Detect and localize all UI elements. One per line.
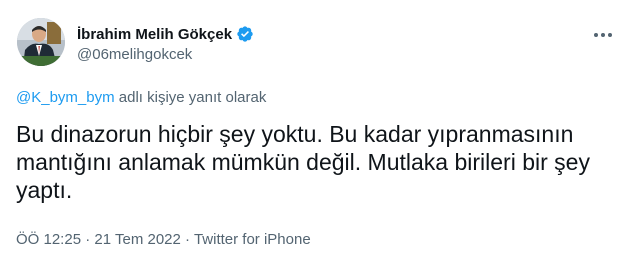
display-name[interactable]: İbrahim Melih Gökçek: [77, 26, 232, 43]
tweet-meta: ÖÖ 12:25 · 21 Tem 2022 · Twitter for iPh…: [16, 231, 311, 248]
tweet-source[interactable]: Twitter for iPhone: [194, 231, 311, 248]
reply-mention-link[interactable]: @K_bym_bym: [16, 89, 115, 106]
tweet-text: Bu dinazorun hiçbir şey yoktu. Bu kadar …: [16, 121, 590, 203]
name-row: İbrahim Melih Gökçek: [77, 25, 254, 43]
more-options-icon[interactable]: [586, 22, 620, 48]
tweet-time[interactable]: ÖÖ 12:25: [16, 231, 81, 248]
reply-context: @K_bym_bym adlı kişiye yanıt olarak: [16, 89, 266, 106]
reply-context-suffix: adlı kişiye yanıt olarak: [118, 89, 267, 106]
avatar[interactable]: [17, 18, 65, 66]
author-block: İbrahim Melih Gökçek @06melihgokcek: [77, 25, 254, 63]
tweet-card: İbrahim Melih Gökçek @06melihgokcek @K_b…: [0, 0, 640, 273]
meta-separator: ·: [85, 231, 91, 248]
tweet-date[interactable]: 21 Tem 2022: [94, 231, 180, 248]
meta-separator: ·: [185, 231, 191, 248]
handle[interactable]: @06melihgokcek: [77, 46, 254, 63]
verified-badge-icon: [236, 25, 254, 43]
